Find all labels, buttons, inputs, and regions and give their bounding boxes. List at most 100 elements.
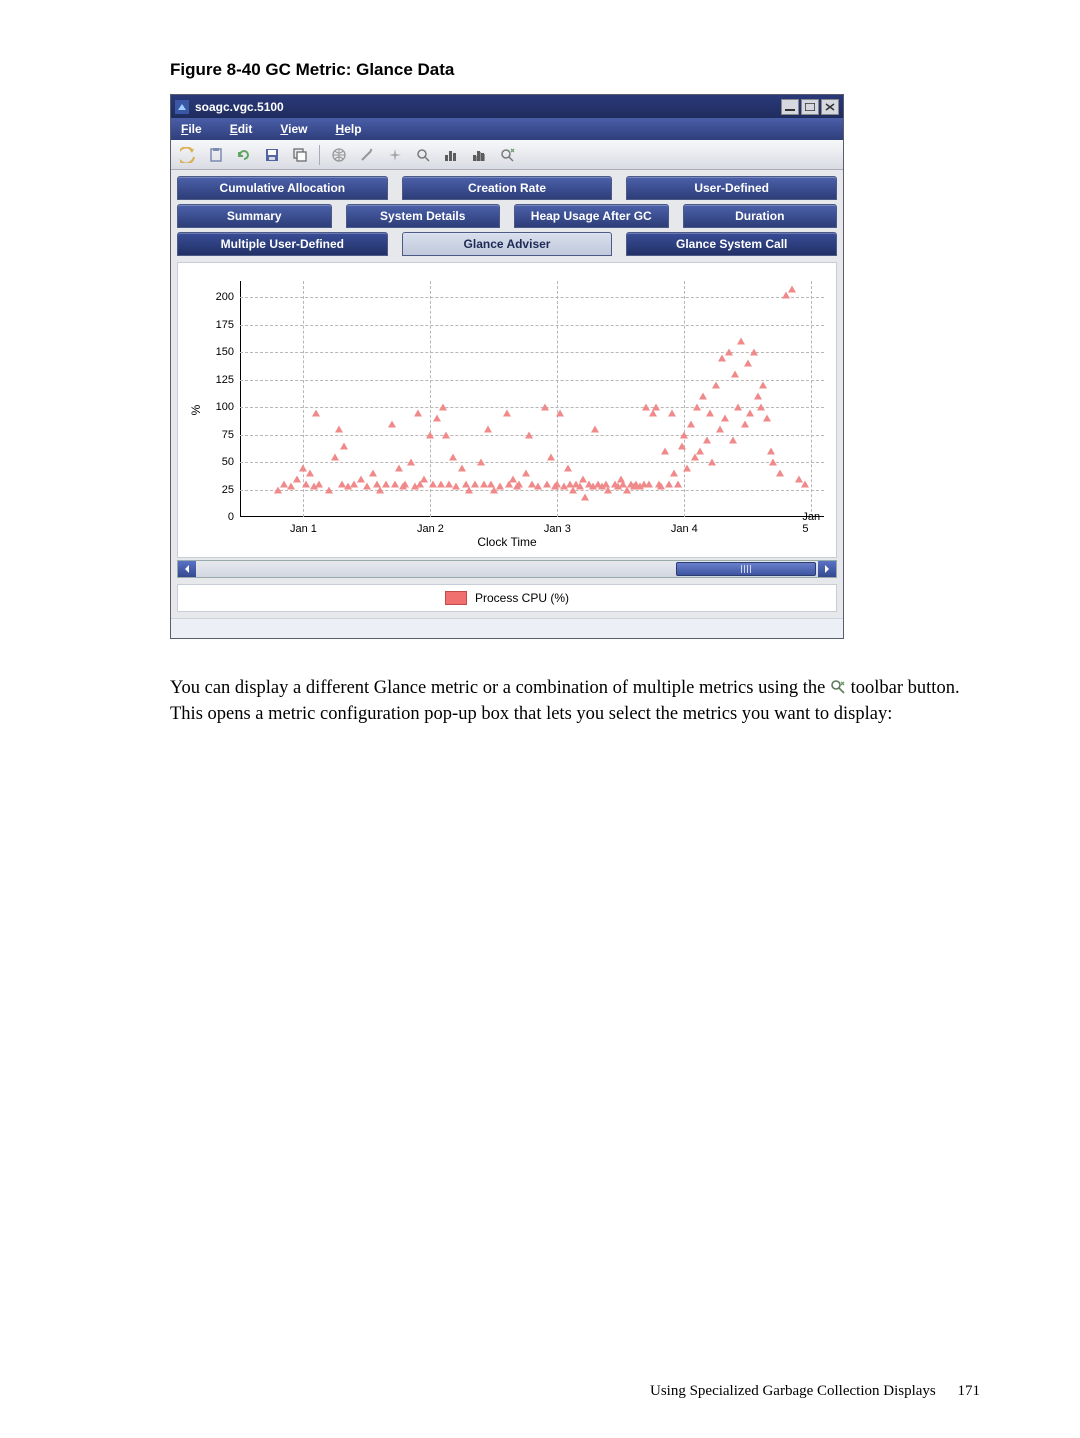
- y-tick: 0: [196, 511, 234, 523]
- y-tick: 50: [196, 456, 234, 468]
- gridline-v: [684, 281, 685, 517]
- refresh-icon[interactable]: [233, 144, 255, 166]
- data-point: [670, 470, 678, 477]
- menu-help[interactable]: Help: [336, 122, 362, 136]
- gridline-h: [240, 380, 824, 381]
- legend-swatch: [445, 591, 467, 605]
- data-point: [703, 437, 711, 444]
- data-point: [382, 481, 390, 488]
- tab-system-details[interactable]: System Details: [346, 204, 501, 228]
- x-tick: Jan 2: [417, 523, 444, 535]
- figure-caption: Figure 8-40 GC Metric: Glance Data: [170, 60, 980, 80]
- data-point: [449, 453, 457, 460]
- tab-summary[interactable]: Summary: [177, 204, 332, 228]
- clipboard-icon[interactable]: [205, 144, 227, 166]
- data-point: [471, 481, 479, 488]
- data-point: [331, 453, 339, 460]
- sparkle-icon[interactable]: [384, 144, 406, 166]
- data-point: [645, 481, 653, 488]
- data-point: [731, 371, 739, 378]
- data-point: [312, 409, 320, 416]
- maximize-button[interactable]: [801, 99, 819, 115]
- save-icon[interactable]: [261, 144, 283, 166]
- menu-file[interactable]: File: [181, 122, 202, 136]
- data-point: [744, 360, 752, 367]
- bars-icon[interactable]: [440, 144, 462, 166]
- y-tick: 200: [196, 291, 234, 303]
- gridline-h: [240, 325, 824, 326]
- gridline-h: [240, 297, 824, 298]
- data-point: [678, 442, 686, 449]
- plot-area: 0255075100125150175200Jan 1Jan 2Jan 3Jan…: [240, 281, 824, 517]
- menu-edit[interactable]: Edit: [230, 122, 253, 136]
- x-tick: Jan 1: [290, 523, 317, 535]
- data-point: [708, 459, 716, 466]
- menu-view[interactable]: View: [280, 122, 307, 136]
- tab-glance-system-call[interactable]: Glance System Call: [626, 232, 837, 256]
- minimize-button[interactable]: [781, 99, 799, 115]
- close-button[interactable]: [821, 99, 839, 115]
- tab-multiple-user-defined[interactable]: Multiple User-Defined: [177, 232, 388, 256]
- y-tick: 125: [196, 374, 234, 386]
- bars-shadow-icon[interactable]: [468, 144, 490, 166]
- data-point: [458, 464, 466, 471]
- wand-icon[interactable]: [356, 144, 378, 166]
- data-point: [484, 426, 492, 433]
- y-tick: 175: [196, 319, 234, 331]
- data-point: [369, 470, 377, 477]
- scroll-left-icon[interactable]: [178, 561, 196, 577]
- globe-icon[interactable]: [328, 144, 350, 166]
- data-point: [801, 481, 809, 488]
- legend: Process CPU (%): [177, 584, 837, 612]
- data-point: [782, 292, 790, 299]
- back-arrow-icon[interactable]: [177, 144, 199, 166]
- data-point: [401, 481, 409, 488]
- data-point: [315, 481, 323, 488]
- tab-duration[interactable]: Duration: [683, 204, 838, 228]
- data-point: [776, 470, 784, 477]
- x-tick: Jan 5: [802, 511, 820, 535]
- data-point: [576, 483, 584, 490]
- data-point: [591, 426, 599, 433]
- app-window: soagc.vgc.5100 File Edit View Help: [170, 94, 844, 639]
- data-point: [340, 442, 348, 449]
- body-paragraph: You can display a different Glance metri…: [170, 677, 970, 726]
- zoom-icon[interactable]: [412, 144, 434, 166]
- scroll-right-icon[interactable]: [818, 561, 836, 577]
- windows-icon[interactable]: [289, 144, 311, 166]
- data-point: [687, 420, 695, 427]
- data-point: [734, 404, 742, 411]
- window-title: soagc.vgc.5100: [195, 100, 284, 114]
- data-point: [696, 448, 704, 455]
- data-point: [496, 483, 504, 490]
- scroll-track[interactable]: [196, 561, 818, 577]
- tab-creation-rate[interactable]: Creation Rate: [402, 176, 613, 200]
- data-point: [754, 393, 762, 400]
- data-point: [757, 404, 765, 411]
- y-tick: 25: [196, 484, 234, 496]
- tab-cumulative-allocation[interactable]: Cumulative Allocation: [177, 176, 388, 200]
- title-bar[interactable]: soagc.vgc.5100: [171, 95, 843, 118]
- data-point: [680, 431, 688, 438]
- x-tick: Jan 4: [671, 523, 698, 535]
- data-point: [683, 464, 691, 471]
- tab-heap-usage[interactable]: Heap Usage After GC: [514, 204, 669, 228]
- horizontal-scrollbar[interactable]: [177, 560, 837, 578]
- data-point: [556, 409, 564, 416]
- zoom-reset-icon[interactable]: [496, 144, 518, 166]
- tab-user-defined[interactable]: User-Defined: [626, 176, 837, 200]
- data-point: [750, 349, 758, 356]
- data-point: [541, 404, 549, 411]
- data-point: [395, 464, 403, 471]
- app-icon: [175, 100, 189, 114]
- data-point: [668, 409, 676, 416]
- scroll-thumb[interactable]: [676, 562, 816, 576]
- tab-glance-adviser[interactable]: Glance Adviser: [402, 232, 613, 256]
- data-point: [721, 415, 729, 422]
- data-point: [763, 415, 771, 422]
- data-point: [522, 470, 530, 477]
- data-point: [414, 409, 422, 416]
- data-point: [503, 409, 511, 416]
- x-axis-label: Clock Time: [178, 535, 836, 549]
- data-point: [693, 404, 701, 411]
